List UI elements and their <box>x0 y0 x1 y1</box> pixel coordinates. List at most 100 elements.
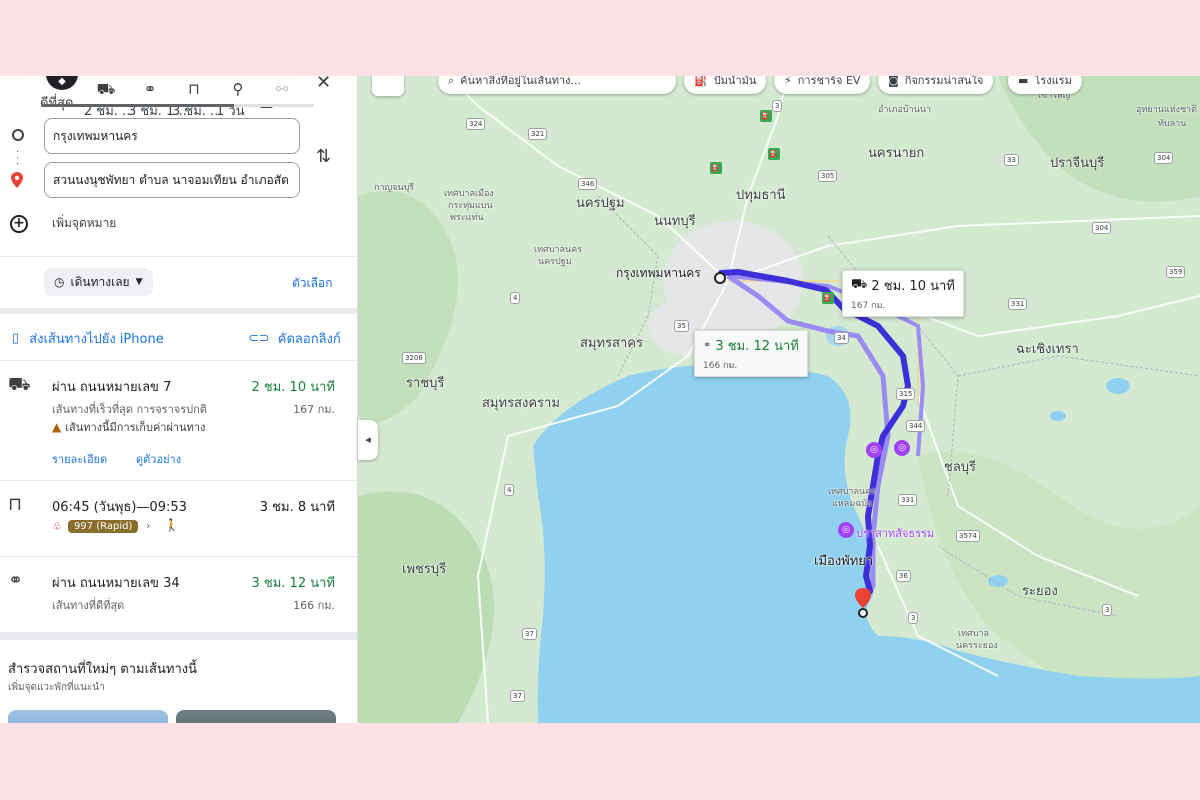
mode-tab-motorcycle[interactable]: ⚭ 3 ชม. 1... <box>128 80 187 120</box>
bus-operator-icon: ♧ <box>52 520 62 533</box>
map-label: นนทบุรี <box>654 214 696 229</box>
bus-line-badge: 997 (Rapid) <box>68 520 139 533</box>
road-shield: 3574 <box>956 530 980 542</box>
divider <box>0 480 357 481</box>
mode-tab-transit[interactable]: ⊓ 3 ชม. ... <box>172 82 222 120</box>
link-icon: ⊂⊃ <box>248 331 270 346</box>
chip-ev[interactable]: ⚡ การชาร์จ EV <box>774 76 871 94</box>
map-label: เพชรบุรี <box>402 562 447 577</box>
mode-tab-walking[interactable]: ⚲ 1 วัน <box>216 82 260 120</box>
motorcycle-icon: ⚭ <box>703 340 712 351</box>
close-icon[interactable]: ✕ <box>316 76 331 93</box>
gas-station-icon[interactable]: ⛽ <box>822 292 834 304</box>
road-shield: 37 <box>510 690 525 702</box>
motorcycle-icon: ⚭ <box>8 570 24 591</box>
road-shield: 324 <box>466 118 486 130</box>
map-label: เมืองพัทยา <box>814 554 874 569</box>
mode-tab-bicycle[interactable]: ⚯ — <box>260 80 304 116</box>
bicycle-icon: ⚯ <box>275 80 289 98</box>
hotel-icon: ▬ <box>1018 76 1029 87</box>
route-callout-main[interactable]: ⛟ 2 ชม. 10 นาที 167 กม. <box>842 270 964 317</box>
map-label: ปทุมธานี <box>736 188 786 203</box>
map-label: นครระยอง <box>956 641 998 651</box>
route-search-chip[interactable]: ⌕ ค้นหาสิ่งที่อยู่ในเส้นทาง... <box>438 76 676 94</box>
send-to-phone-button[interactable]: ▯ ส่งเส้นทางไปยัง iPhone <box>12 328 164 349</box>
map-label: นครปฐม <box>576 196 625 211</box>
road-shield: 3208 <box>402 352 426 364</box>
chip-attractions[interactable]: ◙ กิจกรรมน่าสนใจ <box>878 76 994 94</box>
road-shield: 3 <box>908 612 919 624</box>
attraction-pin-icon[interactable]: ◎ <box>866 442 882 458</box>
map-label: ปราสาทสัจธรรม <box>856 527 935 540</box>
map-label: นครนายก <box>868 146 925 161</box>
suggested-place-thumbnail[interactable] <box>8 710 168 723</box>
mode-tab-car[interactable]: ⛟ 2 ชม. ... <box>84 82 134 120</box>
gas-station-icon[interactable]: ⛽ <box>760 110 772 122</box>
copy-link-button[interactable]: ⊂⊃ คัดลอกลิงก์ <box>248 328 341 349</box>
search-icon: ⌕ <box>448 76 455 87</box>
chip-hotels[interactable]: ▬ โรงแรม <box>1008 76 1082 94</box>
camera-icon: ◙ <box>888 76 899 87</box>
map-label: ฉะเชิงเทรา <box>1016 342 1079 357</box>
road-shield: 3 <box>772 100 783 112</box>
road-shield: 3 <box>1102 604 1113 616</box>
road-shield: 305 <box>818 170 838 182</box>
map-label: อุทยานแห่งชาติ <box>1136 105 1197 115</box>
road-shield: 4 <box>504 484 515 496</box>
origin-input[interactable] <box>44 118 300 154</box>
map-view[interactable]: ◎ ◎ ◎ ⛽ ⛽ ⛽ ⛽ กรุงเทพมหานคร ปทุมธานี นนท… <box>358 76 1200 723</box>
map-label: กาญจนบุรี <box>374 183 415 193</box>
add-icon: + <box>10 214 28 233</box>
road-shield: 359 <box>1166 266 1186 278</box>
collapse-panel-button[interactable]: ◂ <box>358 420 378 460</box>
road-shield: 304 <box>1154 152 1174 164</box>
directions-panel: ◆ ดีที่สุด ⛟ 2 ชม. ... ⚭ 3 ชม. 1... ⊓ 3 … <box>0 76 358 723</box>
swap-icon[interactable]: ⇅ <box>316 146 331 167</box>
origin-dot-icon <box>12 129 24 141</box>
road-shield: 36 <box>896 570 911 582</box>
gas-station-icon[interactable]: ⛽ <box>710 162 722 174</box>
gas-station-icon: ⛽ <box>694 76 708 87</box>
details-link[interactable]: รายละเอียด <box>52 450 107 468</box>
road-shield: 346 <box>578 178 598 190</box>
mode-tab-indicator <box>42 104 314 107</box>
clock-icon: ◷ <box>54 275 65 289</box>
mode-tab-best[interactable]: ◆ ดีที่สุด <box>40 76 84 111</box>
destination-pin-icon <box>11 172 23 188</box>
divider <box>0 360 357 361</box>
add-destination-button[interactable]: + เพิ่มจุดหมาย <box>10 214 116 233</box>
motorcycle-icon: ⚭ <box>143 80 157 98</box>
more-dots-icon: · · · <box>16 147 20 170</box>
map-label: ระยอง <box>1022 584 1058 599</box>
road-shield: 315 <box>896 388 916 400</box>
road-shield: 34 <box>834 332 849 344</box>
destination-input[interactable] <box>44 162 300 198</box>
chip-gas[interactable]: ⛽ ปั๊มน้ำมัน <box>684 76 767 94</box>
chevron-right-icon: › <box>146 519 151 532</box>
preview-link[interactable]: ดูตัวอย่าง <box>136 450 181 468</box>
road-shield: 344 <box>906 420 926 432</box>
suggested-place-thumbnail[interactable] <box>176 710 336 723</box>
divider <box>0 556 357 557</box>
depart-now-dropdown[interactable]: ◷ เดินทางเลย ▼ <box>44 268 153 296</box>
explore-subtitle: เพิ่มจุดแวะพักที่แนะนำ <box>8 682 105 693</box>
car-icon: ⛟ <box>8 374 31 395</box>
options-link[interactable]: ตัวเลือก <box>292 274 332 293</box>
toll-warning: ▲ เส้นทางนี้มีการเก็บค่าผ่านทาง <box>52 420 206 434</box>
road-shield: 33 <box>1004 154 1019 166</box>
attraction-pin-icon[interactable]: ◎ <box>894 440 910 456</box>
road-shield: 331 <box>898 494 918 506</box>
dropdown-arrow-icon: ▼ <box>135 277 143 287</box>
map-label: ปราจีนบุรี <box>1050 156 1105 171</box>
route-callout-alt[interactable]: ⚭ 3 ชม. 12 นาที 166 กม. <box>694 330 808 377</box>
road-shield: 304 <box>1092 222 1112 234</box>
best-route-icon: ◆ <box>46 76 78 90</box>
map-label: สมุทรสาคร <box>580 336 643 351</box>
map-label: กรุงเทพมหานคร <box>616 266 701 280</box>
divider <box>0 632 357 640</box>
gas-station-icon[interactable]: ⛽ <box>768 148 780 160</box>
road-shield: 37 <box>522 628 537 640</box>
layers-button[interactable] <box>372 76 404 96</box>
road-shield: 4 <box>510 292 521 304</box>
attraction-pin-icon[interactable]: ◎ <box>838 522 854 538</box>
